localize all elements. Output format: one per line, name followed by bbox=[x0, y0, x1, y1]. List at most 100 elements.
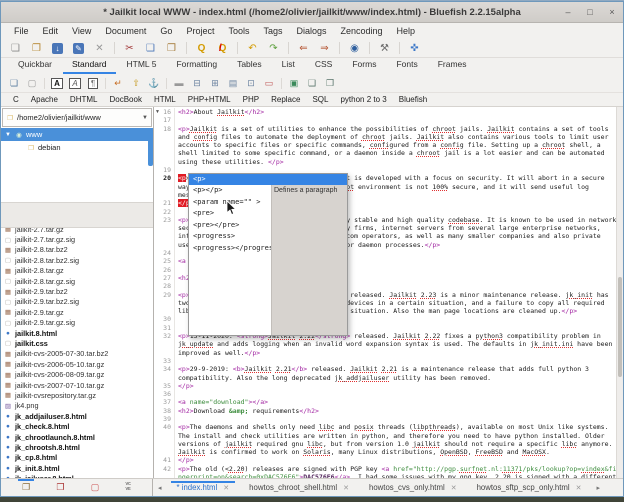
tab-css[interactable]: CSS bbox=[306, 57, 341, 74]
tab-list[interactable]: List bbox=[273, 57, 304, 74]
code-text[interactable] bbox=[175, 116, 617, 124]
preferences-icon[interactable]: ⚒ bbox=[374, 41, 395, 56]
autocomplete-item[interactable]: <progress></progress> bbox=[189, 243, 271, 255]
save-as-icon[interactable]: ✎ bbox=[68, 41, 89, 56]
synchronize-icon[interactable]: ✜ bbox=[404, 41, 425, 56]
lang-dhtml[interactable]: DHTML bbox=[64, 95, 104, 104]
pane-splitter[interactable] bbox=[1, 202, 153, 228]
code-text[interactable]: </p> bbox=[175, 456, 617, 464]
expander-icon[interactable]: ▼ bbox=[5, 132, 12, 138]
cut-icon[interactable]: ✂ bbox=[119, 41, 140, 56]
doc-tab[interactable]: howtos_sftp_scp_only.html✕ bbox=[467, 481, 592, 494]
autocomplete-item[interactable]: <p></p> bbox=[189, 185, 271, 197]
code-text[interactable]: <p>The daemons and shells only need libc… bbox=[175, 423, 617, 456]
save-file-icon[interactable]: ↓ bbox=[47, 41, 68, 56]
file-item[interactable]: ▨jk4.png bbox=[4, 401, 153, 411]
maximize-button[interactable]: □ bbox=[585, 7, 595, 17]
file-item[interactable]: ●jk_chrootlaunch.8.html bbox=[4, 432, 153, 442]
multi-thumbnail-icon[interactable]: ❒ bbox=[321, 76, 339, 90]
lang-sql[interactable]: SQL bbox=[306, 95, 334, 104]
rule-tag-icon[interactable]: ▬ bbox=[170, 76, 188, 90]
tab-frames[interactable]: Frames bbox=[429, 57, 476, 74]
menu-view[interactable]: View bbox=[65, 26, 98, 36]
bold-tag-icon[interactable]: A bbox=[48, 76, 66, 90]
comment-tag-icon[interactable]: ▭ bbox=[260, 76, 278, 90]
file-item[interactable]: ▦jailkit-cvs-2007-07-10.tar.gz bbox=[4, 380, 153, 390]
lang-php+html[interactable]: PHP+HTML bbox=[182, 95, 237, 104]
file-item[interactable]: ▦jailkit-cvs-2005-07-30.tar.bz2 bbox=[4, 349, 153, 359]
editor-scrollbar[interactable] bbox=[616, 107, 623, 478]
file-item[interactable]: ▢jailkit-2.7.tar.gz.sig bbox=[4, 234, 153, 244]
file-item[interactable]: ▦jailkit-2.8.tar.gz bbox=[4, 266, 153, 276]
code-text[interactable]: <p>The old (<2.20) releases are signed w… bbox=[175, 465, 617, 478]
lang-html[interactable]: HTML bbox=[148, 95, 182, 104]
file-item[interactable]: ▦jailkit-cvsrepository.tar.gz bbox=[4, 390, 153, 400]
tree-item-www[interactable]: ▼◉www bbox=[1, 128, 153, 141]
lang-bluefish[interactable]: Bluefish bbox=[393, 95, 433, 104]
frameset-tag-icon[interactable]: ⊡ bbox=[242, 76, 260, 90]
autocomplete-item[interactable]: <pre></pre> bbox=[189, 220, 271, 232]
autocomplete-selected-item[interactable]: <p> bbox=[189, 174, 347, 185]
file-item[interactable]: ▦jailkit-cvs-2006-08-09.tar.gz bbox=[4, 369, 153, 379]
redo-icon[interactable]: ↷ bbox=[263, 41, 284, 56]
insert-image-icon[interactable]: ▣ bbox=[285, 76, 303, 90]
copy-icon[interactable]: ❑ bbox=[140, 41, 161, 56]
sidebar-tab-bookmarks[interactable]: ❒ bbox=[56, 482, 64, 493]
file-item[interactable]: ●jailkit.8.html bbox=[4, 328, 153, 338]
code-text[interactable]: <p>29-9-2019: <b>Jailkit 2.21</b> releas… bbox=[175, 365, 617, 382]
close-tab-icon[interactable]: ✕ bbox=[223, 484, 229, 492]
prev-tab-arrow-icon[interactable]: ◂ bbox=[153, 484, 167, 492]
tab-standard[interactable]: Standard bbox=[63, 57, 116, 74]
sidebar-scrollbar[interactable] bbox=[148, 131, 153, 166]
menu-dialogs[interactable]: Dialogs bbox=[289, 26, 333, 36]
body-tag-icon[interactable]: ▢ bbox=[23, 76, 41, 90]
open-file-icon[interactable]: ❐ bbox=[26, 41, 47, 56]
indent-icon[interactable]: ⇒ bbox=[314, 41, 335, 56]
close-button[interactable]: × bbox=[607, 7, 617, 17]
preview-in-browser-icon[interactable]: ◉ bbox=[344, 41, 365, 56]
tab-quickbar[interactable]: Quickbar bbox=[9, 57, 61, 74]
nbsp-tag-icon[interactable]: ⇧ bbox=[127, 76, 145, 90]
minimize-button[interactable]: ‒ bbox=[563, 7, 573, 17]
thumbnail-icon[interactable]: ❑ bbox=[303, 76, 321, 90]
close-tab-icon[interactable]: ✕ bbox=[343, 484, 349, 492]
file-item[interactable]: ▦jailkit-cvs-2006-05-10.tar.gz bbox=[4, 359, 153, 369]
doc-tab[interactable]: * index.html✕ bbox=[167, 481, 240, 494]
lang-docbook[interactable]: DocBook bbox=[103, 95, 147, 104]
lang-php[interactable]: PHP bbox=[237, 95, 265, 104]
find-replace-icon[interactable]: Q/ bbox=[212, 41, 233, 56]
break-tag-icon[interactable]: ↵ bbox=[109, 76, 127, 90]
file-item[interactable]: ●jk_cp.8.html bbox=[4, 453, 153, 463]
italic-tag-icon[interactable]: A bbox=[66, 76, 84, 90]
file-item[interactable]: ●jk_addjailuser.8.html bbox=[4, 411, 153, 421]
code-text[interactable]: </p> bbox=[175, 382, 617, 390]
sidebar-tab-filebrowser[interactable]: ❐ bbox=[22, 482, 30, 493]
anchor-tag-icon[interactable]: ⚓ bbox=[145, 76, 163, 90]
code-text[interactable]: <a name="download"></a> bbox=[175, 398, 617, 406]
tab-html-5[interactable]: HTML 5 bbox=[118, 57, 166, 74]
tab-formatting[interactable]: Formatting bbox=[167, 57, 226, 74]
table-row-tag-icon[interactable]: ▤ bbox=[224, 76, 242, 90]
code-text[interactable]: <h2>About Jailkit</h2> bbox=[175, 108, 617, 116]
file-item[interactable]: ▢jailkit.css bbox=[4, 338, 153, 348]
find-icon[interactable]: Q bbox=[191, 41, 212, 56]
lang-python-2-to-3[interactable]: python 2 to 3 bbox=[334, 95, 392, 104]
close-file-icon[interactable]: ✕ bbox=[89, 41, 110, 56]
code-text[interactable] bbox=[175, 415, 617, 423]
editor-scrollbar-thumb[interactable] bbox=[618, 277, 622, 377]
file-item[interactable]: ▢jailkit-2.8.tar.gz.sig bbox=[4, 276, 153, 286]
file-item[interactable]: ●jk_init.8.html bbox=[4, 463, 153, 473]
code-text[interactable]: <p>Jailkit is a set of utilities to enha… bbox=[175, 125, 617, 166]
close-tab-icon[interactable]: ✕ bbox=[451, 484, 457, 492]
lang-replace[interactable]: Replace bbox=[265, 95, 306, 104]
menu-file[interactable]: File bbox=[7, 26, 36, 36]
menu-edit[interactable]: Edit bbox=[36, 26, 66, 36]
next-tab-arrow-icon[interactable]: ▸ bbox=[592, 484, 606, 492]
editor-area[interactable]: ▼ 16<h2>About Jailkit</h2>1718<p>Jailkit… bbox=[154, 107, 623, 478]
undo-icon[interactable]: ↶ bbox=[242, 41, 263, 56]
unindent-icon[interactable]: ⇐ bbox=[293, 41, 314, 56]
lang-apache[interactable]: Apache bbox=[25, 95, 64, 104]
file-item[interactable]: ●jk_jailuser.8.html bbox=[4, 473, 153, 478]
title-bar[interactable]: * Jailkit local WWW - index.html (/home2… bbox=[1, 2, 623, 23]
menu-document[interactable]: Document bbox=[98, 26, 153, 36]
